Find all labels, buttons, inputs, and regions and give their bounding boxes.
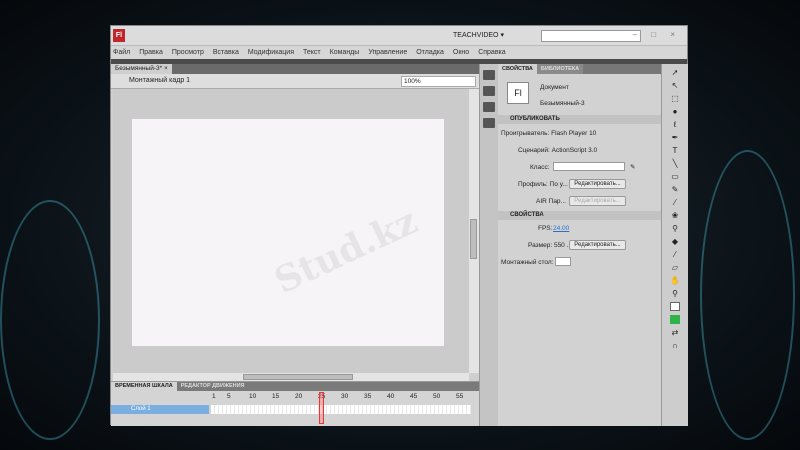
flash-logo: Fl xyxy=(113,29,125,42)
text-tool-icon[interactable]: T xyxy=(670,146,680,155)
frame-cells[interactable] xyxy=(211,405,471,414)
stage-color-label: Монтажный стол: xyxy=(501,259,554,266)
align-icon[interactable] xyxy=(483,102,495,112)
timeline-panel: ВРЕМЕННАЯ ШКАЛА РЕДАКТОР ДВИЖЕНИЯ 1 5 10… xyxy=(111,381,479,426)
tab-library[interactable]: БИБЛИОТЕКА xyxy=(536,64,584,74)
workspace-switcher[interactable]: TEACHVIDEO ▾ xyxy=(453,31,504,39)
ruler-tick: 45 xyxy=(410,393,418,400)
zoom-tool-icon[interactable]: ⚲ xyxy=(670,289,680,298)
ruler-tick: 55 xyxy=(456,393,464,400)
ruler-tick: 50 xyxy=(433,393,441,400)
menu-text[interactable]: Текст xyxy=(303,49,321,56)
menu-window[interactable]: Окно xyxy=(453,49,469,56)
eyedropper-icon[interactable]: ⁄ xyxy=(670,250,680,259)
deco-tool-icon[interactable]: ❀ xyxy=(670,211,680,220)
menu-bar: Файл Правка Просмотр Вставка Модификация… xyxy=(111,46,687,59)
fill-color-icon[interactable] xyxy=(670,315,680,324)
tab-timeline[interactable]: ВРЕМЕННАЯ ШКАЛА xyxy=(111,382,177,391)
snap-icon[interactable]: ∩ xyxy=(670,341,680,350)
lasso-icon[interactable]: ℓ xyxy=(670,120,680,129)
menu-view[interactable]: Просмотр xyxy=(172,49,204,56)
ruler-tick: 15 xyxy=(272,393,280,400)
menu-control[interactable]: Управление xyxy=(368,49,407,56)
background-swirl xyxy=(700,150,795,440)
stage-canvas[interactable] xyxy=(132,119,444,346)
search-input[interactable] xyxy=(541,30,641,42)
title-bar: Fl TEACHVIDEO ▾ – □ × xyxy=(111,26,687,46)
brush-tool-icon[interactable]: ⁄ xyxy=(670,198,680,207)
stage-area xyxy=(113,89,469,373)
size-label: Размер: 550 ... xyxy=(528,242,573,249)
hand-tool-icon[interactable]: ✋ xyxy=(670,276,680,285)
document-icon: Fl xyxy=(507,82,529,104)
edit-profile-button[interactable]: Редактировать... xyxy=(569,179,626,189)
publish-section-header[interactable]: ОПУБЛИКОВАТЬ xyxy=(498,115,661,124)
stage-color-swatch[interactable] xyxy=(555,257,571,266)
3d-rotation-icon[interactable]: ● xyxy=(670,107,680,116)
menu-insert[interactable]: Вставка xyxy=(213,49,239,56)
zoom-select[interactable]: 100% xyxy=(401,76,476,87)
layer-row[interactable]: Слой 1 xyxy=(111,405,209,414)
document-tab[interactable]: Безымянный-3* × xyxy=(111,64,172,74)
tab-properties[interactable]: СВОЙСТВА xyxy=(498,64,537,74)
line-tool-icon[interactable]: ╲ xyxy=(670,159,680,168)
menu-debug[interactable]: Отладка xyxy=(416,49,444,56)
class-label: Класс: xyxy=(530,164,550,171)
frame-ruler: 1 5 10 15 20 25 30 35 40 45 50 55 xyxy=(111,391,479,403)
menu-edit[interactable]: Правка xyxy=(139,49,163,56)
swatches-icon[interactable] xyxy=(483,86,495,96)
color-panel-icon[interactable] xyxy=(483,70,495,80)
scene-breadcrumb[interactable]: Монтажный кадр 1 xyxy=(129,77,190,84)
edit-air-button[interactable]: Редактировать... xyxy=(569,196,626,206)
bone-tool-icon[interactable]: ⚲ xyxy=(670,224,680,233)
class-input[interactable] xyxy=(553,162,625,171)
window-controls[interactable]: – □ × xyxy=(633,30,681,39)
tab-motion-editor[interactable]: РЕДАКТОР ДВИЖЕНИЯ xyxy=(177,382,249,391)
ruler-tick: 5 xyxy=(227,393,231,400)
pen-icon[interactable]: ✒ xyxy=(670,133,680,142)
menu-modify[interactable]: Модификация xyxy=(248,49,294,56)
panel-icon-strip xyxy=(479,64,498,426)
player-info: Проигрыватель: Flash Player 10 xyxy=(501,130,597,137)
stroke-color-icon[interactable] xyxy=(670,302,680,311)
ruler-tick: 1 xyxy=(212,393,216,400)
air-label: AIR Пар... xyxy=(536,198,566,205)
doc-type: Документ xyxy=(540,84,569,91)
free-transform-icon[interactable]: ⬚ xyxy=(670,94,680,103)
ruler-tick: 10 xyxy=(249,393,257,400)
pencil-icon[interactable]: ✎ xyxy=(630,163,635,171)
swap-colors-icon[interactable]: ⇄ xyxy=(670,328,680,337)
vertical-scrollbar[interactable] xyxy=(469,89,479,373)
eraser-icon[interactable]: ▱ xyxy=(670,263,680,272)
menu-file[interactable]: Файл xyxy=(113,49,130,56)
tools-panel: ➚ ↖ ⬚ ● ℓ ✒ T ╲ ▭ ✎ ⁄ ❀ ⚲ ◆ ⁄ ▱ ✋ ⚲ ⇄ ∩ xyxy=(661,64,688,426)
subselection-tool-icon[interactable]: ↖ xyxy=(670,81,680,90)
menu-commands[interactable]: Команды xyxy=(330,49,360,56)
ruler-tick: 35 xyxy=(364,393,372,400)
edit-bar: Монтажный кадр 1 100% xyxy=(111,74,479,89)
menu-help[interactable]: Справка xyxy=(478,49,505,56)
horizontal-scrollbar[interactable] xyxy=(113,373,469,381)
script-info: Сценарий: ActionScript 3.0 xyxy=(518,147,598,154)
edit-size-button[interactable]: Редактировать... xyxy=(569,240,626,250)
flash-window: Fl TEACHVIDEO ▾ – □ × Файл Правка Просмо… xyxy=(110,25,688,426)
selection-tool-icon[interactable]: ➚ xyxy=(670,68,680,77)
ruler-tick: 30 xyxy=(341,393,349,400)
ruler-tick: 20 xyxy=(295,393,303,400)
playhead[interactable] xyxy=(319,392,324,424)
properties-section-header[interactable]: СВОЙСТВА xyxy=(498,211,661,220)
pencil-tool-icon[interactable]: ✎ xyxy=(670,185,680,194)
doc-name: Безымянный-3 xyxy=(540,100,585,107)
background-swirl xyxy=(0,200,100,440)
fps-value[interactable]: 24.00 xyxy=(553,225,569,232)
rectangle-tool-icon[interactable]: ▭ xyxy=(670,172,680,181)
profile-label: Профиль: По у... xyxy=(518,181,568,188)
paint-bucket-icon[interactable]: ◆ xyxy=(670,237,680,246)
transform-icon[interactable] xyxy=(483,118,495,128)
properties-panel: СВОЙСТВА БИБЛИОТЕКА Fl Документ Безымянн… xyxy=(498,64,661,426)
ruler-tick: 40 xyxy=(387,393,395,400)
document-tabs: Безымянный-3* × xyxy=(111,64,479,74)
fps-label: FPS: xyxy=(538,225,553,232)
